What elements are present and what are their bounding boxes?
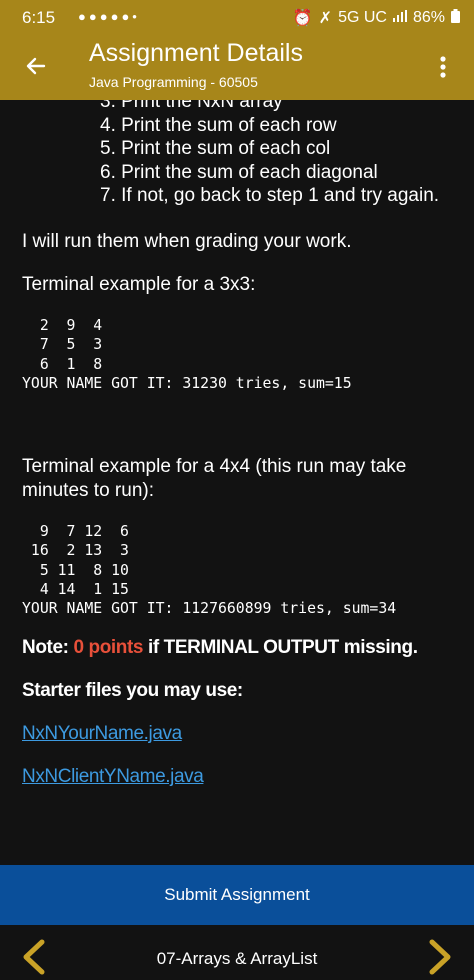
back-button[interactable]	[16, 46, 56, 86]
step-item: 7. If not, go back to step 1 and try aga…	[100, 185, 440, 206]
step-item: 3. Print the NxN array	[100, 100, 283, 112]
chevron-right-icon	[429, 939, 451, 975]
example-3x3-label: Terminal example for a 3x3:	[22, 274, 256, 295]
notification-icon: ●	[110, 9, 119, 24]
arrow-left-icon	[26, 57, 46, 75]
battery-icon	[451, 8, 460, 28]
terminal-4x4-output: 9 7 12 6 16 2 13 3 5 11 8 10 4 14 1 15 Y…	[22, 523, 397, 618]
module-navigation: 07-Arrays & ArrayList	[0, 925, 474, 978]
example-4x4-label: Terminal example for a 4x4 (this run may…	[22, 456, 407, 501]
step-item: 5. Print the sum of each col	[100, 138, 331, 159]
zero-points-highlight: 0 points	[73, 637, 144, 658]
status-time: 6:15	[22, 8, 56, 27]
submit-assignment-button[interactable]: Submit Assignment	[0, 865, 474, 925]
notification-dot: •	[132, 9, 137, 24]
status-right: ⏰ ✗ 5G UC 86%	[293, 8, 460, 28]
more-vertical-icon	[440, 56, 446, 78]
module-title: 07-Arrays & ArrayList	[156, 949, 318, 968]
note-suffix: if TERMINAL OUTPUT missing.	[143, 637, 418, 658]
assignment-content[interactable]: 3. Print the NxN array 4. Print the sum …	[0, 100, 474, 865]
starter-file-link-nxnyourname[interactable]: NxNYourName.java	[22, 723, 182, 745]
step-item: 4. Print the sum of each row	[100, 114, 337, 136]
network-type: 5G UC	[338, 9, 387, 26]
notification-icons: ● ● ● ● ● •	[78, 9, 137, 24]
notification-icon: ●	[99, 9, 108, 24]
terminal-output-note: Note: 0 points if TERMINAL OUTPUT missin…	[22, 637, 418, 659]
notification-icon: ●	[78, 9, 86, 24]
note-prefix: Note:	[22, 637, 74, 658]
terminal-3x3-output: 2 9 4 7 5 3 6 1 8 YOUR NAME GOT IT: 3123…	[22, 317, 352, 392]
steps-list: 3. Print the NxN array 4. Print the sum …	[100, 100, 470, 208]
submit-label: Submit Assignment	[164, 885, 310, 904]
course-subtitle: Java Programming - 60505	[89, 74, 258, 90]
page-title: Assignment Details	[89, 39, 303, 67]
next-item-button[interactable]	[424, 939, 456, 975]
alarm-icon: ⏰	[292, 10, 313, 27]
app-bar: Assignment Details Java Programming - 60…	[0, 34, 474, 100]
more-options-button[interactable]	[426, 48, 460, 86]
status-bar: 6:15 ● ● ● ● ● • ⏰ ✗ 5G UC 86%	[0, 0, 474, 34]
notification-icon: ●	[121, 9, 130, 24]
signal-icon	[392, 9, 407, 27]
mute-icon: ✗	[318, 10, 333, 27]
starter-files-label: Starter files you may use:	[22, 680, 243, 701]
grading-note: I will run them when grading your work.	[22, 231, 352, 252]
starter-file-link-nxnclientyname[interactable]: NxNClientYName.java	[22, 766, 204, 788]
battery-percent: 86%	[412, 9, 445, 26]
notification-icon: ●	[88, 9, 97, 24]
step-item: 6. Print the sum of each diagonal	[100, 161, 378, 183]
